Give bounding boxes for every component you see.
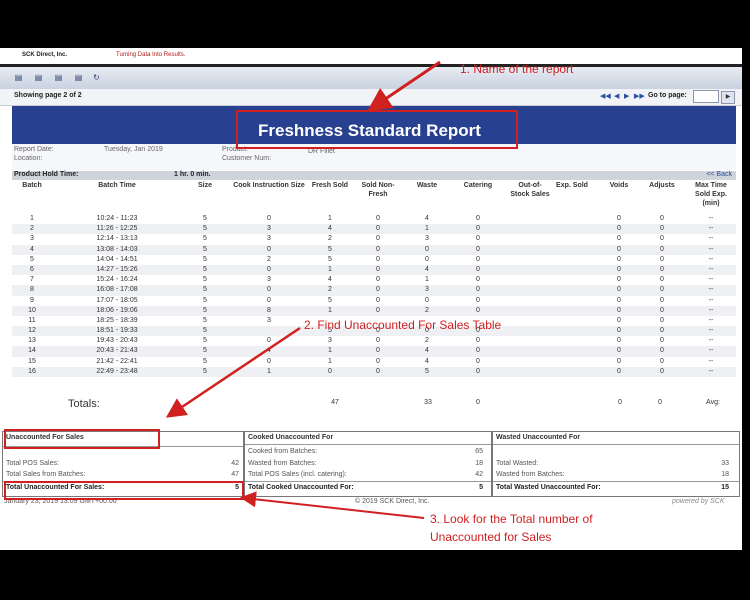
arrow-1 [367,60,441,112]
arrow-3 [240,491,425,519]
arrow-2 [165,326,301,418]
annotation-arrows [165,60,441,519]
